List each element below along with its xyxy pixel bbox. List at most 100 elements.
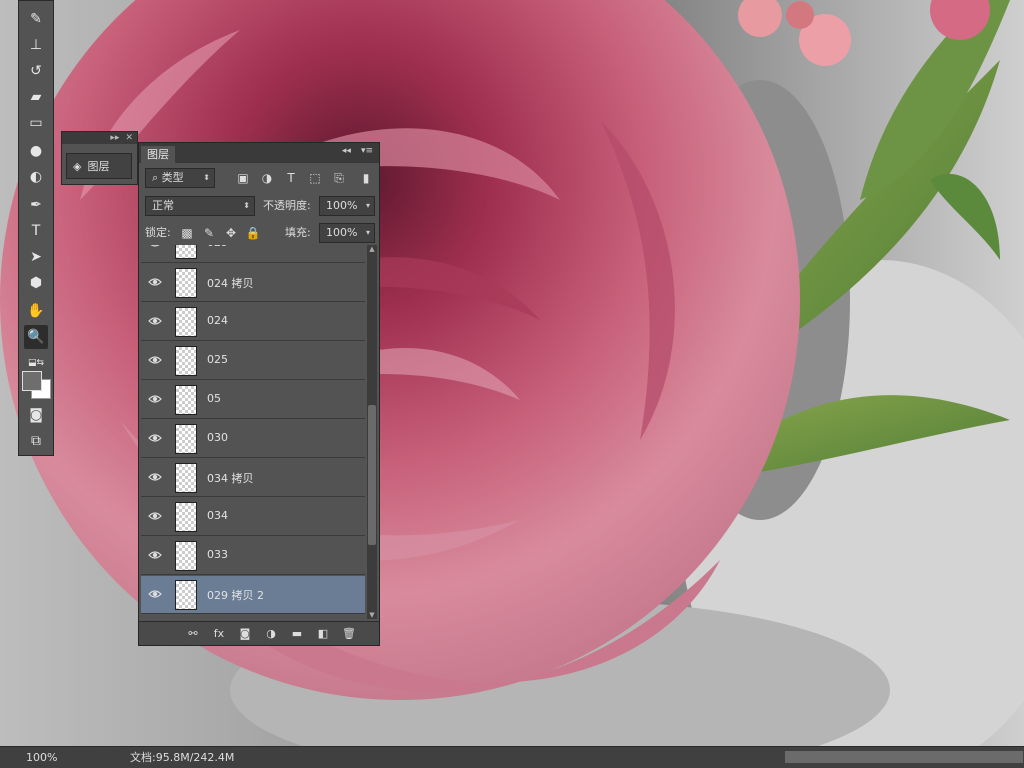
dock-header: ▸▸ ✕ [62,132,137,144]
tools-panel: ✎ ⊥ ↺ ▰ ▭ ● ◐ ✒ T ➤ ⬢ ✋ 🔍 ⬓⇆ ◙ ⧉ [18,0,54,456]
layer-row[interactable]: 034 拷贝 [141,459,365,497]
visibility-eye-icon[interactable] [148,549,162,561]
collapse-panel-icon[interactable]: ◂◂ [342,146,351,156]
layer-row[interactable]: 029 拷贝 2 [141,576,365,614]
chevron-down-icon[interactable]: ▾ [366,224,370,242]
pen-icon[interactable]: ✒ [24,193,48,217]
close-icon[interactable]: ✕ [125,132,133,144]
panel-menu-icon[interactable]: ▾≡ [361,146,373,156]
layer-row[interactable]: 025 [141,342,365,380]
dodge-icon[interactable]: ◐ [24,165,48,189]
layer-thumbnail [175,463,197,493]
foreground-color-swatch[interactable] [22,371,42,391]
layers-icon: ◈ [73,159,82,173]
zoom-level[interactable]: 100% [26,750,68,765]
folder-icon[interactable]: ▬ [289,627,305,640]
trash-icon[interactable]: 🗑 [341,627,357,640]
tab-layers[interactable]: 图层 [141,146,175,163]
layer-list: 029 024 拷贝 024 025 05 030 034 拷贝 034 033 029 拷贝 2 [141,245,365,619]
path-select-icon[interactable]: ➤ [24,245,48,269]
screen-mode-icon[interactable]: ⧉ [24,429,48,453]
fill-field[interactable]: 100% ▾ [319,223,375,243]
scrollbar-thumb[interactable] [368,405,376,545]
blend-mode-label: 正常 [152,199,174,212]
layer-row[interactable]: 05 [141,381,365,419]
type-icon[interactable]: T [24,219,48,243]
filter-row: ⌕ 类型 ⬍ ▣ ◑ T ⬚ ⎘ ▮ [139,165,379,191]
layer-name: 05 [207,392,221,405]
layers-dock-button[interactable]: ◈ 图层 [66,153,132,179]
opacity-value: 100% [326,199,358,212]
adjustment-icon[interactable]: ◑ [263,627,279,640]
lock-position-icon[interactable]: ✥ [223,225,239,241]
blur-icon[interactable]: ● [24,139,48,163]
layer-thumbnail [175,268,197,298]
lock-image-icon[interactable]: ✎ [201,225,217,241]
filter-smart-object-icon[interactable]: ⎘ [331,170,347,186]
filter-kind-label: 类型 [161,171,184,184]
scroll-up-icon[interactable]: ▲ [368,245,376,253]
layer-thumbnail [175,346,197,376]
visibility-eye-icon[interactable] [148,276,162,288]
lock-label: 锁定: [145,226,171,239]
visibility-eye-icon[interactable] [148,354,162,366]
chevron-updown-icon: ⬍ [243,201,250,210]
gradient-icon[interactable]: ▭ [24,111,48,135]
zoom-icon[interactable]: 🔍 [24,325,48,349]
visibility-eye-icon[interactable] [148,588,162,600]
quick-mask-icon[interactable]: ◙ [24,403,48,427]
lock-row: 锁定: ▩ ✎ ✥ 🔒 填充: 100% ▾ [139,220,379,246]
layer-thumbnail [175,245,197,259]
collapse-icon[interactable]: ▸▸ [110,132,119,144]
layer-name: 025 [207,353,228,366]
visibility-eye-icon[interactable] [148,510,162,522]
layer-row[interactable]: 024 [141,303,365,341]
opacity-field[interactable]: 100% ▾ [319,196,375,216]
filter-pixel-icon[interactable]: ▣ [235,170,251,186]
document-size[interactable]: 文档:95.8M/242.4M [130,750,234,765]
layer-row[interactable]: 033 [141,537,365,575]
layers-panel: 图层 ◂◂ ▾≡ ⌕ 类型 ⬍ ▣ ◑ T ⬚ ⎘ ▮ 正常 ⬍ 不透明度: 1… [138,142,380,646]
fx-icon[interactable]: fx [211,627,227,640]
visibility-eye-icon[interactable] [148,245,162,249]
hand-icon[interactable]: ✋ [24,299,48,323]
filter-toggle[interactable]: ▮ [361,170,371,186]
visibility-eye-icon[interactable] [148,315,162,327]
layer-list-scrollbar[interactable]: ▲ ▼ [367,245,377,619]
filter-shape-icon[interactable]: ⬚ [307,170,323,186]
filter-adjustment-icon[interactable]: ◑ [259,170,275,186]
layer-name: 029 [207,245,228,249]
shape-icon[interactable]: ⬢ [24,271,48,295]
stamp-icon[interactable]: ⊥ [24,33,48,57]
layer-row[interactable]: 029 [141,245,365,263]
brush-icon[interactable]: ✎ [24,7,48,31]
new-layer-icon[interactable]: ◧ [315,627,331,640]
chevron-updown-icon: ⬍ [203,173,210,182]
opacity-label: 不透明度: [263,199,311,212]
layer-name: 024 拷贝 [207,277,254,290]
filter-type-icon[interactable]: T [283,170,299,186]
mask-icon[interactable]: ◙ [237,627,253,640]
horizontal-scrollbar[interactable] [785,751,1023,763]
visibility-eye-icon[interactable] [148,471,162,483]
layer-row[interactable]: 034 [141,498,365,536]
layer-thumbnail [175,385,197,415]
layer-thumbnail [175,541,197,571]
visibility-eye-icon[interactable] [148,393,162,405]
fill-label: 填充: [285,226,311,239]
history-brush-icon[interactable]: ↺ [24,59,48,83]
panel-tab-bar: 图层 ◂◂ ▾≡ [139,143,379,163]
chevron-down-icon[interactable]: ▾ [366,197,370,215]
blend-mode-select[interactable]: 正常 ⬍ [145,196,255,216]
layer-row[interactable]: 030 [141,420,365,458]
layer-name: 034 拷贝 [207,472,254,485]
layer-row[interactable]: 024 拷贝 [141,264,365,302]
visibility-eye-icon[interactable] [148,432,162,444]
layer-name: 034 [207,509,228,522]
filter-kind-select[interactable]: ⌕ 类型 ⬍ [145,168,215,188]
lock-all-icon[interactable]: 🔒 [245,225,261,241]
link-icon[interactable]: ⚯ [185,627,201,640]
lock-transparent-icon[interactable]: ▩ [179,225,195,241]
scroll-down-icon[interactable]: ▼ [368,611,376,619]
eraser-icon[interactable]: ▰ [24,85,48,109]
